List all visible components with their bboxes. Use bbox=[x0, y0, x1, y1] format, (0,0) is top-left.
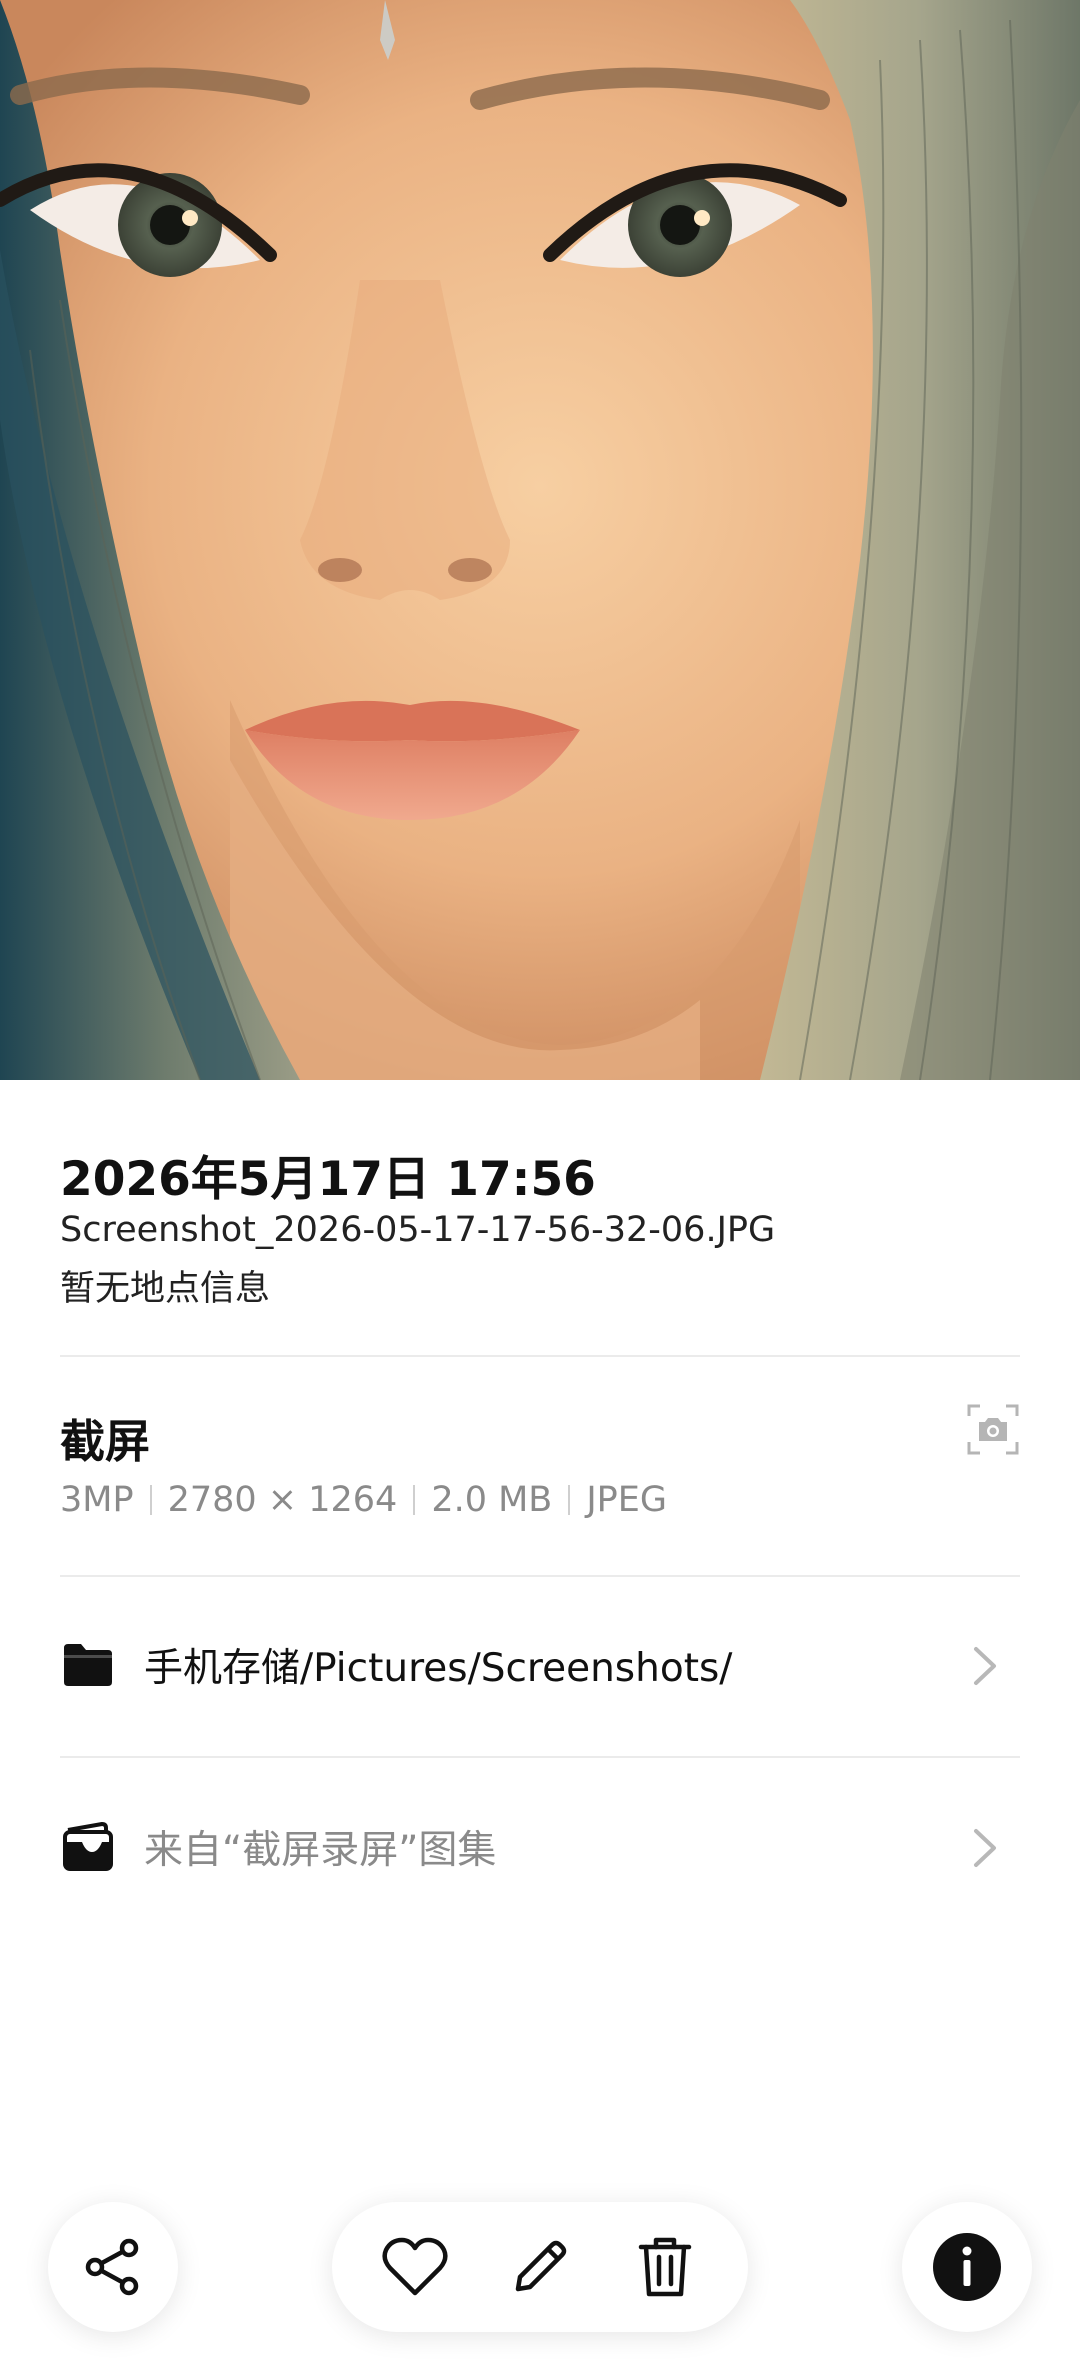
file-name: Screenshot_2026-05-17-17-56-32-06.JPG bbox=[60, 1210, 776, 1250]
divider bbox=[60, 1355, 1020, 1357]
chevron-right-icon bbox=[974, 1829, 996, 1867]
storage-path-label: 手机存储/Pictures/Screenshots/ bbox=[144, 1646, 733, 1691]
spec-file-size: 2.0 MB bbox=[431, 1480, 553, 1520]
share-icon bbox=[85, 2238, 139, 2296]
spec-separator bbox=[413, 1485, 416, 1515]
portrait-image bbox=[0, 0, 1080, 1080]
spec-separator bbox=[149, 1485, 152, 1515]
divider bbox=[60, 1756, 1020, 1758]
favorite-button[interactable] bbox=[370, 2222, 460, 2312]
image-type-title: 截屏 bbox=[60, 1415, 151, 1468]
pencil-icon bbox=[515, 2240, 567, 2292]
info-icon bbox=[933, 2233, 1001, 2301]
spec-resolution-mp: 3MP bbox=[60, 1480, 134, 1520]
edit-button[interactable] bbox=[495, 2222, 585, 2312]
wallet-album-icon bbox=[60, 1819, 116, 1875]
spec-separator bbox=[568, 1485, 571, 1515]
chevron-right-icon bbox=[974, 1647, 996, 1685]
divider bbox=[60, 1575, 1020, 1577]
share-button[interactable] bbox=[48, 2202, 178, 2332]
spec-dimensions: 2780 × 1264 bbox=[167, 1480, 398, 1520]
spec-format: JPEG bbox=[586, 1480, 667, 1520]
camera-icon bbox=[966, 1402, 1020, 1456]
capture-datetime: 2026年5月17日 17:56 bbox=[60, 1152, 596, 1207]
photo-details-screen: 2026年5月17日 17:56 Screenshot_2026-05-17-1… bbox=[0, 0, 1080, 2375]
image-specs: 3MP 2780 × 1264 2.0 MB JPEG bbox=[60, 1480, 667, 1520]
trash-icon bbox=[639, 2237, 692, 2297]
heart-icon bbox=[382, 2237, 448, 2296]
info-button[interactable] bbox=[902, 2202, 1032, 2332]
folder-icon bbox=[60, 1637, 116, 1693]
photo-preview[interactable] bbox=[0, 0, 1080, 1080]
location-info: 暂无地点信息 bbox=[60, 1269, 271, 1309]
album-source-row[interactable]: 来自“截屏录屏”图集 bbox=[60, 1802, 1020, 1892]
storage-path-row[interactable]: 手机存储/Pictures/Screenshots/ bbox=[60, 1620, 1020, 1710]
action-toolbar bbox=[332, 2202, 748, 2332]
delete-button[interactable] bbox=[620, 2222, 710, 2312]
album-source-label: 来自“截屏录屏”图集 bbox=[144, 1828, 497, 1873]
